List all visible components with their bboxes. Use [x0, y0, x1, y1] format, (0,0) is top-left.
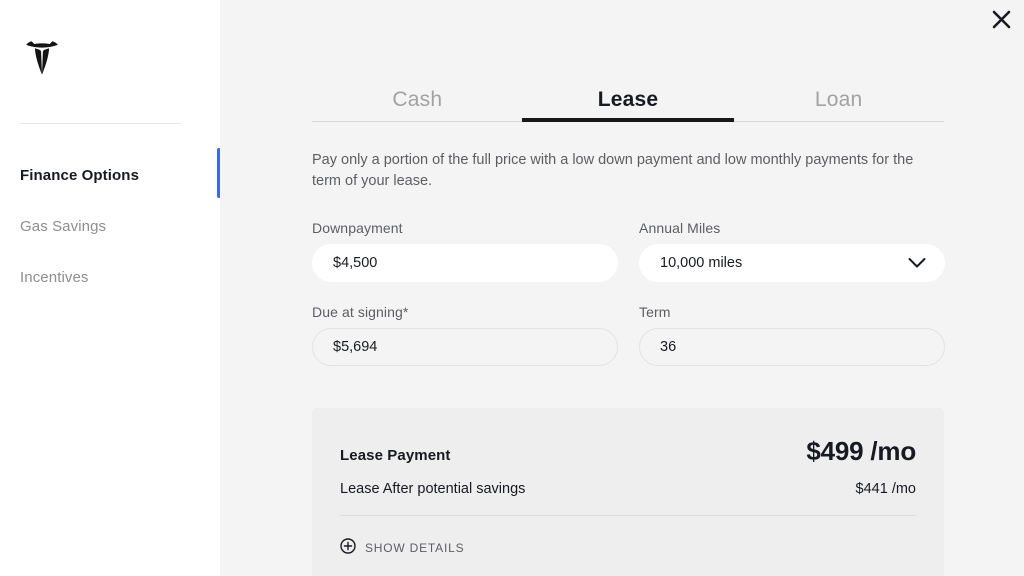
close-icon — [992, 10, 1011, 32]
show-details-button[interactable]: SHOW DETAILS — [340, 538, 464, 557]
annual-miles-label: Annual Miles — [639, 220, 721, 236]
lease-summary-panel: Lease Payment $499 /mo Lease After poten… — [312, 408, 944, 576]
annual-miles-select[interactable]: 10,000 miles — [639, 244, 945, 282]
chevron-down-icon — [908, 258, 926, 269]
lease-savings-label: Lease After potential savings — [340, 481, 526, 497]
finance-options-modal: Finance Options Gas Savings Incentives C… — [0, 0, 1024, 576]
sidebar-nav: Finance Options Gas Savings Incentives — [0, 150, 220, 303]
sidebar-item-label: Incentives — [20, 269, 89, 286]
downpayment-label: Downpayment — [312, 220, 403, 236]
summary-divider — [340, 515, 916, 516]
finance-form: Downpayment $4,500 Annual Miles 10,000 m… — [312, 220, 945, 366]
lease-savings-value: $441 /mo — [855, 481, 916, 497]
lease-savings-row: Lease After potential savings $441 /mo — [340, 481, 916, 515]
downpayment-input[interactable]: $4,500 — [312, 244, 618, 282]
main-panel: Cash Lease Loan Pay only a portion of th… — [220, 0, 1024, 576]
tab-active-underline — [522, 118, 734, 122]
lease-payment-row: Lease Payment $499 /mo — [340, 436, 916, 467]
due-at-signing-label: Due at signing* — [312, 304, 409, 320]
lease-description: Pay only a portion of the full price wit… — [312, 152, 914, 189]
field-term: Term 36 — [639, 304, 945, 366]
tab-loan[interactable]: Loan — [733, 76, 944, 124]
tab-lease[interactable]: Lease — [523, 76, 734, 124]
due-at-signing-input[interactable]: $5,694 — [312, 328, 618, 366]
sidebar-item-label: Gas Savings — [20, 218, 107, 235]
sidebar-divider — [20, 123, 182, 124]
sidebar-item-gas-savings[interactable]: Gas Savings — [0, 201, 220, 252]
finance-content: Cash Lease Loan Pay only a portion of th… — [312, 76, 945, 576]
tab-cash[interactable]: Cash — [312, 76, 523, 124]
show-details-label: SHOW DETAILS — [365, 540, 465, 555]
field-downpayment: Downpayment $4,500 — [312, 220, 618, 282]
field-due-at-signing: Due at signing* $5,694 — [312, 304, 618, 366]
lease-payment-label: Lease Payment — [340, 447, 451, 464]
tesla-logo — [20, 38, 64, 78]
field-annual-miles: Annual Miles 10,000 miles — [639, 220, 945, 282]
annual-miles-value: 10,000 miles — [660, 255, 743, 271]
close-button[interactable] — [985, 5, 1017, 37]
sidebar: Finance Options Gas Savings Incentives — [0, 0, 221, 576]
sidebar-item-finance-options[interactable]: Finance Options — [0, 150, 220, 201]
lease-payment-value: $499 /mo — [806, 436, 916, 466]
payment-type-tabs: Cash Lease Loan — [312, 76, 944, 124]
sidebar-item-incentives[interactable]: Incentives — [0, 252, 220, 303]
term-label: Term — [639, 304, 671, 320]
sidebar-item-label: Finance Options — [20, 167, 140, 184]
term-input[interactable]: 36 — [639, 328, 945, 366]
plus-circle-icon — [340, 538, 356, 557]
